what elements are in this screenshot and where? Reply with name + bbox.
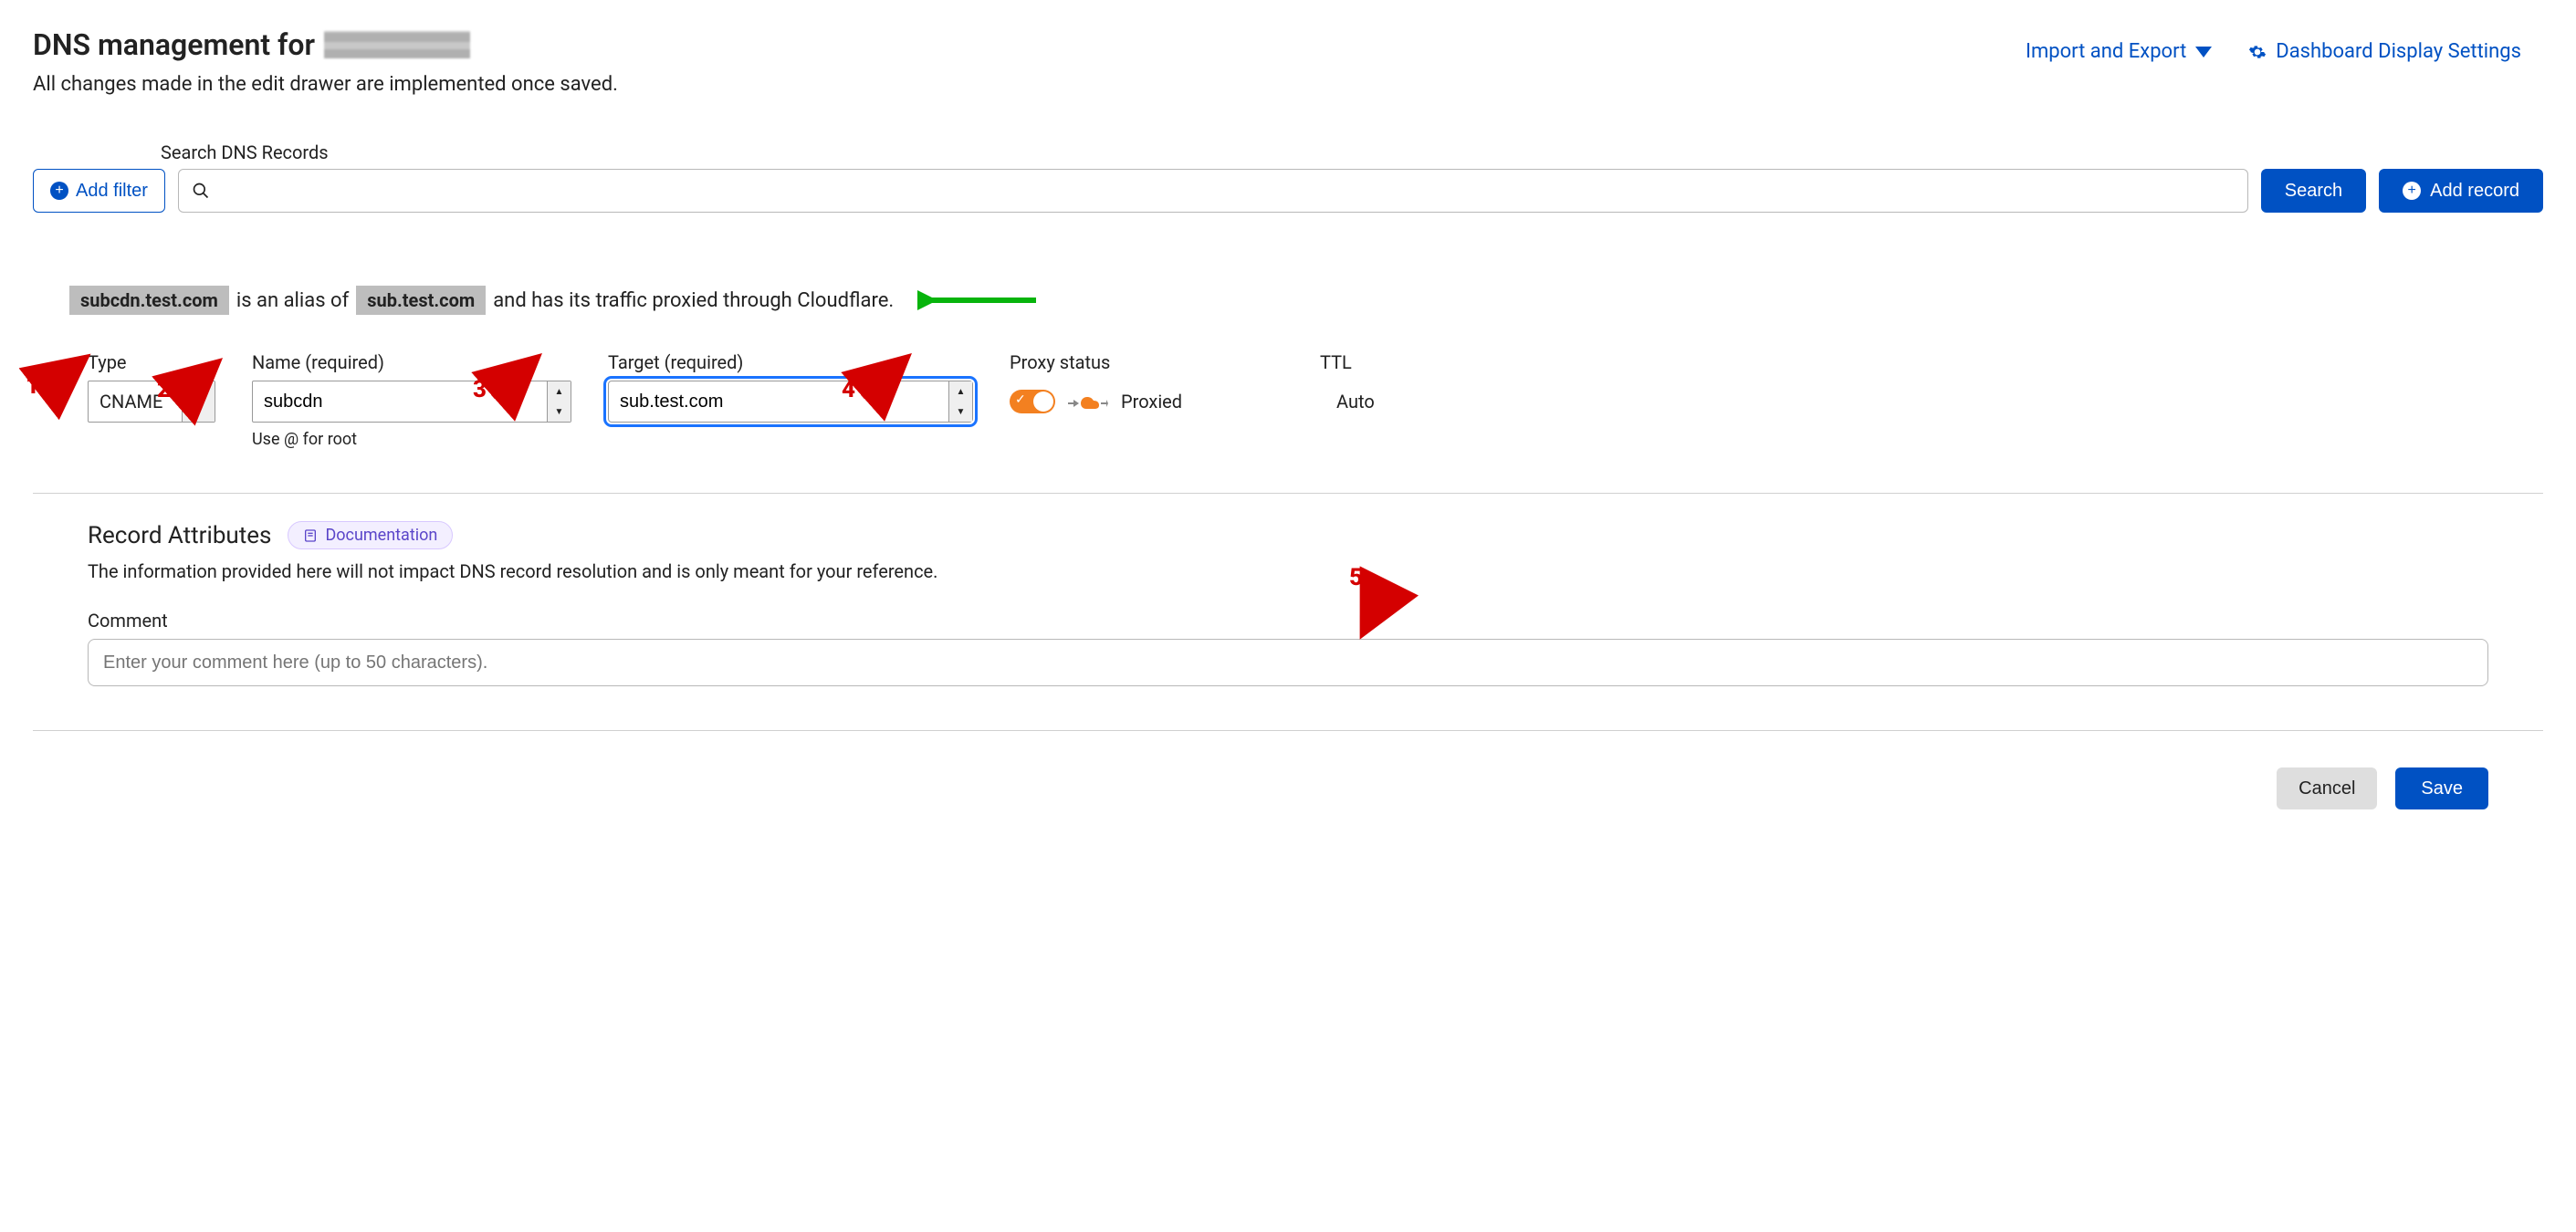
add-record-label: Add record: [2430, 181, 2519, 202]
caret-down-icon: [182, 381, 215, 422]
add-filter-label: Add filter: [76, 181, 148, 202]
add-filter-button[interactable]: + Add filter: [33, 169, 165, 213]
display-settings-link[interactable]: Dashboard Display Settings: [2248, 40, 2521, 63]
search-icon: [192, 182, 210, 200]
label-ttl: TTL: [1320, 351, 1521, 373]
annotation-arrow-green: [917, 289, 1045, 311]
comment-input[interactable]: [88, 639, 2488, 686]
add-record-button[interactable]: + Add record: [2379, 169, 2543, 213]
comment-label: Comment: [88, 610, 2488, 632]
search-input[interactable]: [210, 181, 2235, 202]
cancel-button[interactable]: Cancel: [2277, 767, 2377, 809]
annotation-2: 2: [157, 376, 171, 403]
page-subtitle: All changes made in the edit drawer are …: [33, 73, 618, 96]
proxy-status-label: Proxied: [1121, 391, 1182, 412]
attributes-description: The information provided here will not i…: [88, 560, 2488, 582]
book-icon: [303, 528, 318, 543]
annotation-5: 5: [1349, 564, 1363, 591]
annotation-4: 4: [842, 376, 855, 403]
proxy-toggle[interactable]: [1010, 390, 1055, 413]
display-settings-label: Dashboard Display Settings: [2276, 40, 2521, 63]
ttl-value: Auto: [1320, 381, 1521, 423]
summary-target-chip: sub.test.com: [356, 286, 486, 315]
chevron-down-icon[interactable]: ▼: [548, 402, 571, 422]
chevron-down-icon[interactable]: ▼: [949, 402, 972, 422]
search-label: Search DNS Records: [161, 141, 2543, 163]
chevron-up-icon[interactable]: ▲: [949, 381, 972, 402]
import-export-label: Import and Export: [2026, 40, 2186, 63]
label-name: Name (required): [252, 351, 571, 373]
plus-icon: +: [50, 182, 68, 200]
import-export-link[interactable]: Import and Export: [2026, 40, 2212, 63]
gear-icon: [2248, 43, 2267, 61]
summary-host-chip: subcdn.test.com: [69, 286, 229, 315]
page-title-prefix: DNS management for: [33, 27, 315, 62]
label-target: Target (required): [608, 351, 973, 373]
name-field[interactable]: [253, 381, 547, 422]
name-input[interactable]: ▲▼: [252, 381, 571, 423]
annotation-1: 1: [26, 372, 39, 400]
summary-text-2: and has its traffic proxied through Clou…: [493, 289, 894, 312]
search-input-container[interactable]: [178, 169, 2248, 213]
cloud-icon: [1068, 391, 1108, 412]
attributes-heading: Record Attributes: [88, 522, 271, 549]
documentation-label: Documentation: [325, 526, 437, 545]
caret-down-icon: [2195, 47, 2212, 57]
annotation-3: 3: [473, 376, 487, 403]
label-proxy: Proxy status: [1010, 351, 1283, 373]
divider: [33, 730, 2543, 731]
target-input[interactable]: ▲▼: [608, 381, 973, 423]
page-title: DNS management for: [33, 27, 618, 62]
plus-icon: +: [2403, 182, 2421, 200]
target-field[interactable]: [609, 381, 948, 422]
summary-text-1: is an alias of: [236, 289, 349, 312]
type-select[interactable]: CNAME: [88, 381, 215, 423]
label-type: Type: [88, 351, 215, 373]
name-helper-text: Use @ for root: [252, 430, 571, 449]
redacted-domain: [324, 31, 470, 58]
chevron-up-icon[interactable]: ▲: [548, 381, 571, 402]
record-summary: subcdn.test.com is an alias of sub.test.…: [69, 286, 2543, 315]
search-button-label: Search: [2285, 181, 2342, 202]
search-button[interactable]: Search: [2261, 169, 2366, 213]
divider: [33, 493, 2543, 494]
save-button[interactable]: Save: [2395, 767, 2488, 809]
documentation-link[interactable]: Documentation: [288, 521, 453, 549]
